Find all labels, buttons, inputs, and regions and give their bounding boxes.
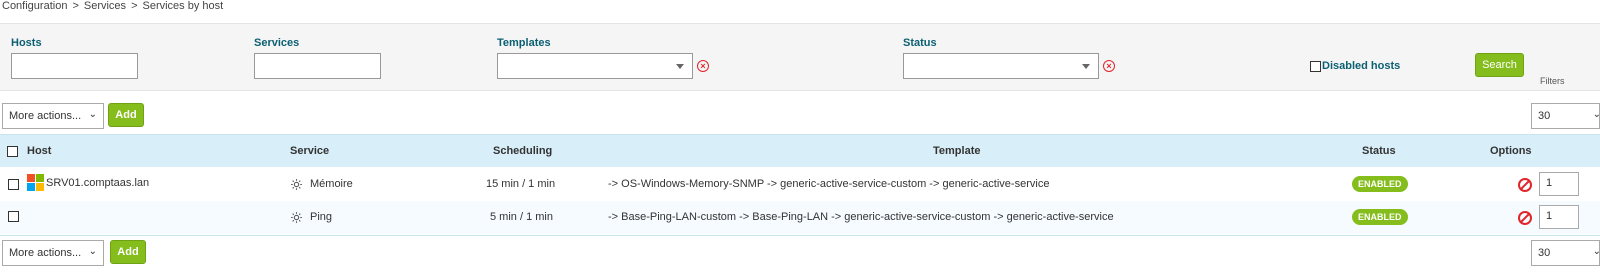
- disabled-hosts-checkbox[interactable]: [1310, 61, 1321, 72]
- windows-icon: [27, 174, 45, 192]
- chevron-down-icon: ⌄: [1592, 246, 1600, 257]
- breadcrumb: Configuration > Services > Services by host: [2, 0, 223, 12]
- status-filter-select[interactable]: [903, 53, 1099, 79]
- hosts-filter-input[interactable]: [11, 53, 138, 79]
- chevron-down-icon: ⌄: [88, 246, 97, 257]
- more-actions-label: More actions...: [9, 247, 82, 259]
- column-header-options: Options: [1490, 145, 1532, 157]
- templates-filter-select[interactable]: [497, 53, 693, 79]
- more-actions-select-top[interactable]: More actions... ⌄: [2, 103, 104, 129]
- breadcrumb-separator: >: [72, 0, 79, 12]
- per-page-value: 30: [1538, 247, 1551, 259]
- template-chain: -> OS-Windows-Memory-SNMP -> generic-act…: [608, 178, 1050, 190]
- scheduling-value: 15 min / 1 min: [486, 178, 556, 190]
- column-header-service[interactable]: Service: [290, 145, 329, 157]
- add-button-top[interactable]: Add: [108, 103, 144, 127]
- per-page-select-top[interactable]: 30 ⌄: [1531, 103, 1600, 129]
- column-header-host[interactable]: Host: [27, 145, 51, 157]
- host-name-link[interactable]: SRV01.comptaas.lan: [46, 177, 149, 189]
- status-badge: ENABLED: [1352, 176, 1408, 192]
- status-filter-label: Status: [903, 37, 937, 49]
- gear-icon: [291, 179, 302, 190]
- table-header: Host Service Scheduling Template Status …: [0, 135, 1600, 167]
- more-actions-select-bottom[interactable]: More actions... ⌄: [2, 240, 104, 266]
- search-button[interactable]: Search: [1475, 53, 1524, 77]
- disable-icon[interactable]: [1518, 178, 1532, 192]
- services-filter-input[interactable]: [254, 53, 381, 79]
- more-actions-label: More actions...: [9, 110, 82, 122]
- service-name-link[interactable]: Ping: [310, 211, 332, 223]
- per-page-select-bottom[interactable]: 30 ⌄: [1531, 240, 1600, 266]
- breadcrumb-separator: >: [131, 0, 138, 12]
- gear-icon: [291, 212, 302, 223]
- select-all-checkbox[interactable]: [7, 146, 18, 157]
- row-checkbox[interactable]: [8, 179, 19, 190]
- services-table: Host Service Scheduling Template Status …: [0, 134, 1600, 236]
- hosts-filter-label: Hosts: [11, 37, 42, 49]
- disable-icon[interactable]: [1518, 211, 1532, 225]
- column-header-status: Status: [1362, 145, 1396, 157]
- filter-panel: Hosts Services Templates × Status × Disa…: [0, 23, 1600, 91]
- services-filter-label: Services: [254, 37, 300, 49]
- duplicate-count-input[interactable]: 1: [1539, 205, 1579, 229]
- chevron-down-icon: [676, 64, 684, 69]
- scheduling-value: 5 min / 1 min: [490, 211, 553, 223]
- breadcrumb-item-services[interactable]: Services: [84, 0, 126, 12]
- chevron-down-icon: ⌄: [1592, 109, 1600, 120]
- column-header-template: Template: [933, 145, 981, 157]
- table-row: SRV01.comptaas.lan Mémoire 15 min / 1 mi…: [0, 167, 1600, 200]
- duplicate-count-input[interactable]: 1: [1539, 172, 1579, 196]
- clear-templates-icon[interactable]: ×: [697, 60, 709, 72]
- service-name-link[interactable]: Mémoire: [310, 178, 353, 190]
- per-page-value: 30: [1538, 110, 1551, 122]
- breadcrumb-item-services-by-host[interactable]: Services by host: [143, 0, 224, 12]
- filters-side-label[interactable]: Filters: [1540, 76, 1565, 86]
- clear-status-icon[interactable]: ×: [1103, 60, 1115, 72]
- status-badge: ENABLED: [1352, 209, 1408, 225]
- add-button-bottom[interactable]: Add: [110, 240, 146, 264]
- breadcrumb-item-configuration[interactable]: Configuration: [2, 0, 67, 12]
- chevron-down-icon: [1082, 64, 1090, 69]
- templates-filter-label: Templates: [497, 37, 551, 49]
- row-checkbox[interactable]: [8, 211, 19, 222]
- table-row: Ping 5 min / 1 min -> Base-Ping-LAN-cust…: [0, 201, 1600, 234]
- chevron-down-icon: ⌄: [88, 109, 97, 120]
- disabled-hosts-label[interactable]: Disabled hosts: [1322, 60, 1400, 72]
- template-chain: -> Base-Ping-LAN-custom -> Base-Ping-LAN…: [608, 211, 1114, 223]
- column-header-scheduling: Scheduling: [493, 145, 553, 157]
